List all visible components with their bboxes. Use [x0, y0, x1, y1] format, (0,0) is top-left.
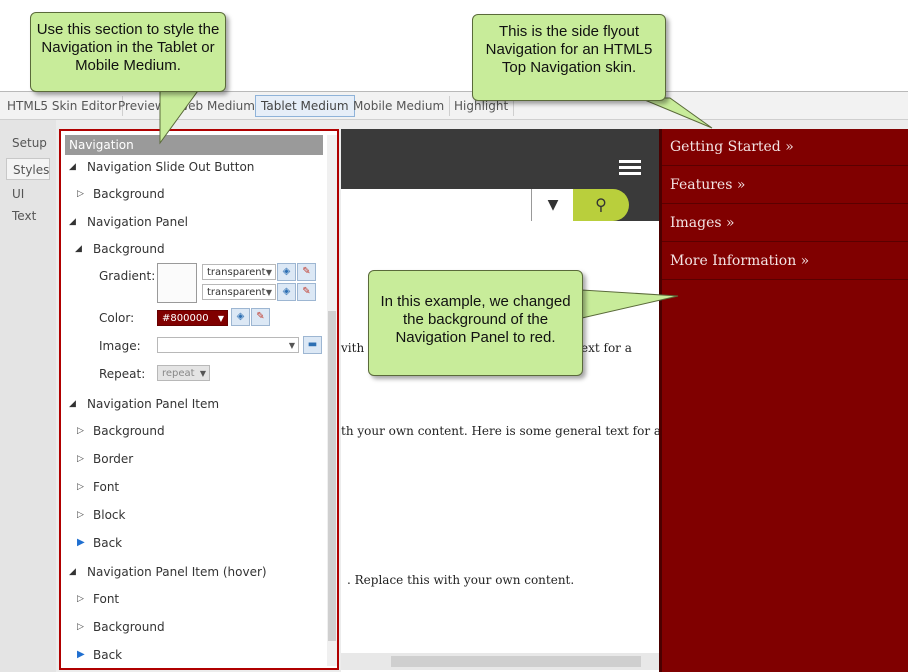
callout-navigation-section: Use this section to style the Navigation…	[30, 12, 226, 92]
callout-tail-flyout	[639, 97, 713, 129]
callout-flyout-navigation: This is the side flyout Navigation for a…	[472, 14, 666, 101]
callout-red-background-example: In this example, we changed the backgrou…	[368, 270, 583, 376]
callout-tail-navigation	[159, 87, 201, 145]
callout-tail-example	[581, 289, 679, 319]
